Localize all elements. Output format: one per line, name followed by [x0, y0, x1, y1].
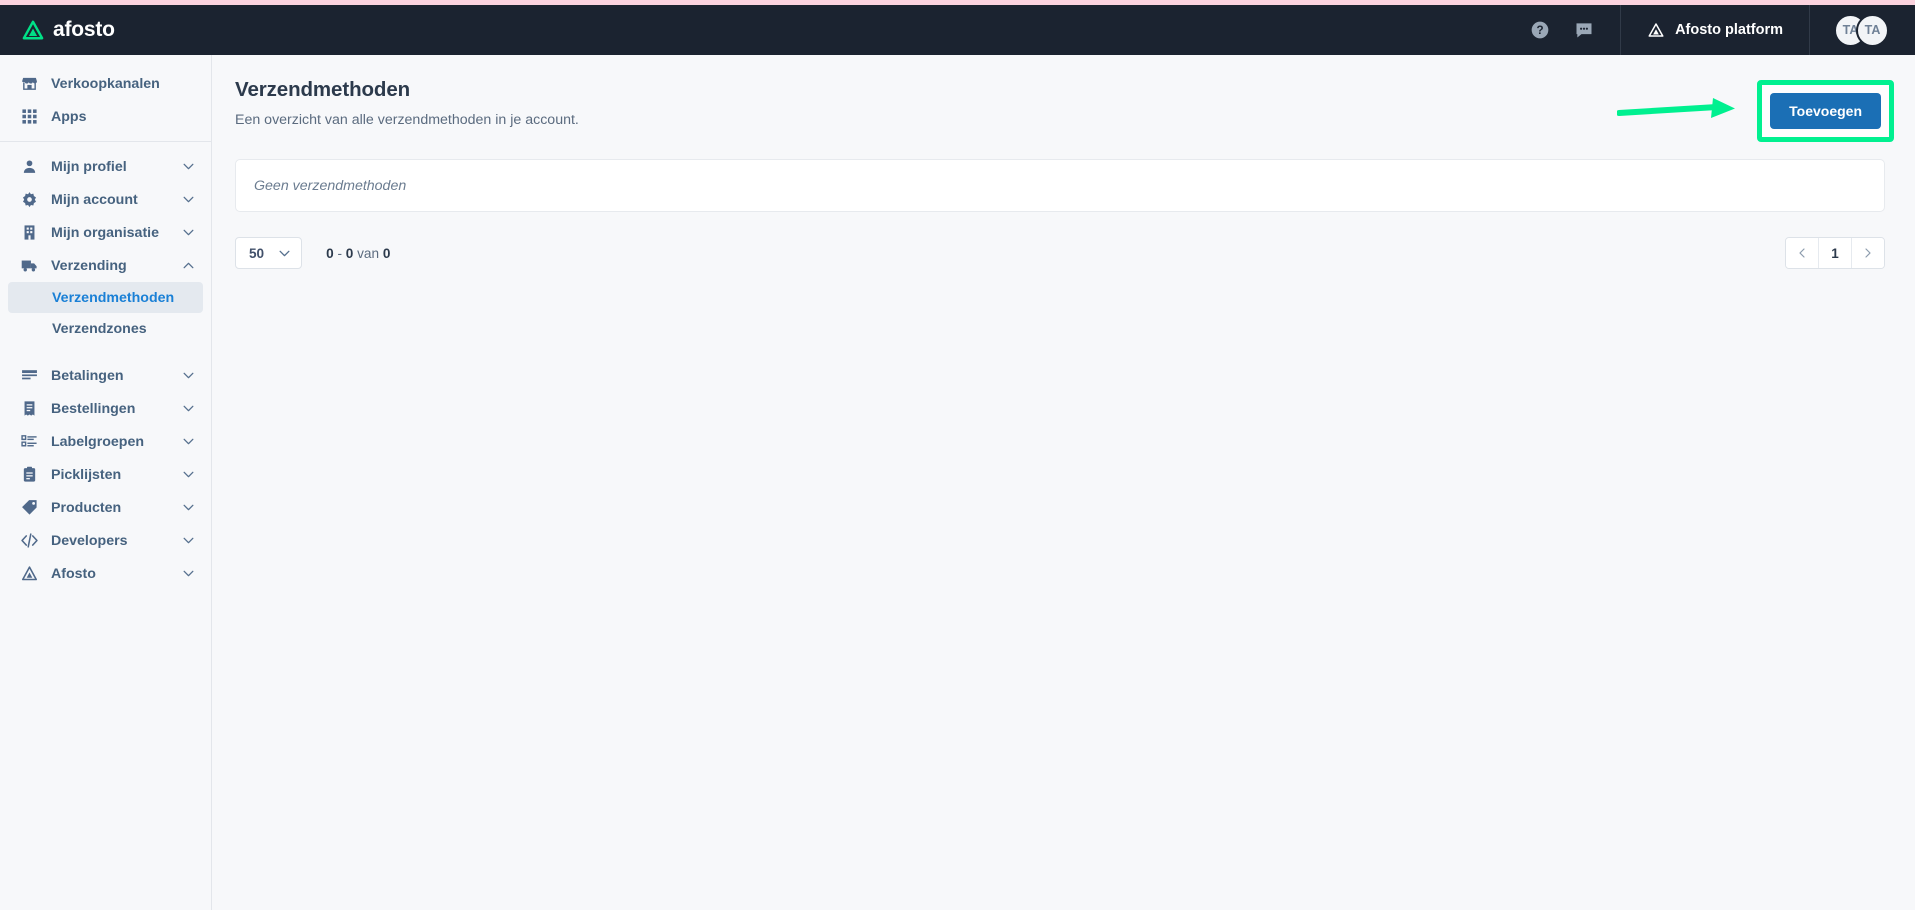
sidebar-item-label: Betalingen: [51, 367, 124, 384]
sidebar-item-label: Labelgroepen: [51, 433, 145, 450]
prev-page-button[interactable]: [1786, 238, 1818, 268]
chevron-down-icon[interactable]: [182, 567, 195, 580]
empty-state-text: Geen verzendmethoden: [254, 177, 407, 194]
sidebar-item-picklijsten[interactable]: Picklijsten: [8, 458, 203, 491]
chevron-down-icon[interactable]: [182, 402, 195, 415]
top-bar: afosto ? Afosto platform TA TA: [0, 5, 1915, 55]
sidebar-item-label: Picklijsten: [51, 466, 122, 483]
next-page-button[interactable]: [1852, 238, 1884, 268]
building-icon: [24, 225, 35, 240]
avatar[interactable]: TA: [1856, 13, 1889, 47]
chevron-down-icon[interactable]: [182, 501, 195, 514]
chevron-down-icon: [279, 250, 290, 256]
sidebar-item-verzending[interactable]: Verzending: [8, 249, 203, 282]
page-header-text: Verzendmethoden Een overzicht van alle v…: [235, 78, 579, 128]
chevron-down-icon[interactable]: [182, 534, 195, 547]
chevron-down-icon[interactable]: [182, 160, 195, 173]
chevron-down-icon[interactable]: [182, 193, 195, 206]
pagination-controls: 1: [1785, 237, 1885, 269]
sidebar-item-verzendzones[interactable]: Verzendzones: [8, 313, 203, 344]
page-size-value: 50: [249, 245, 265, 261]
afosto-triangle-icon: [21, 566, 38, 581]
chevron-up-icon[interactable]: [182, 259, 195, 272]
annotation-arrow-icon: [1617, 98, 1735, 118]
label-list-icon: [21, 435, 37, 447]
annotation-highlight-box: Toevoegen: [1757, 80, 1894, 142]
user-icon: [23, 160, 36, 173]
sidebar-subitem-label: Verzendzones: [52, 320, 147, 337]
sidebar-item-label: Verkoopkanalen: [51, 75, 160, 92]
svg-text:?: ?: [1537, 24, 1544, 37]
sidebar-item-mijn-account[interactable]: Mijn account: [8, 183, 203, 216]
sidebar-item-label: Producten: [51, 499, 122, 516]
afosto-triangle-icon: [1648, 23, 1664, 37]
main-content: Verzendmethoden Een overzicht van alle v…: [213, 55, 1915, 910]
platform-label: Afosto platform: [1675, 22, 1783, 38]
chat-bubble-icon[interactable]: [1574, 20, 1594, 40]
pagination-left: 50 0 - 0 van 0: [235, 237, 390, 269]
sidebar-divider: [0, 141, 211, 142]
sidebar-subitem-label: Verzendmethoden: [52, 289, 175, 306]
range-start: 0: [326, 245, 334, 261]
grid-apps-icon: [22, 109, 37, 124]
credit-card-icon: [22, 370, 37, 380]
sidebar-item-afosto[interactable]: Afosto: [8, 557, 203, 590]
chevron-down-icon[interactable]: [182, 369, 195, 382]
chevron-right-icon: [1865, 248, 1871, 258]
sidebar-item-bestellingen[interactable]: Bestellingen: [8, 392, 203, 425]
code-icon: [21, 533, 38, 548]
truck-icon: [21, 260, 37, 272]
range-dash: -: [337, 245, 342, 261]
shipping-methods-card: Geen verzendmethoden: [235, 159, 1885, 212]
sidebar-item-developers[interactable]: Developers: [8, 524, 203, 557]
add-button[interactable]: Toevoegen: [1770, 93, 1881, 129]
sidebar: Verkoopkanalen Apps Mijn profiel Mijn ac…: [0, 55, 212, 910]
sidebar-item-label: Mijn organisatie: [51, 224, 159, 241]
sidebar-item-label: Verzending: [51, 257, 127, 274]
sidebar-item-labelgroepen[interactable]: Labelgroepen: [8, 425, 203, 458]
sidebar-item-label: Bestellingen: [51, 400, 136, 417]
sidebar-item-verzendmethoden[interactable]: Verzendmethoden: [8, 282, 203, 313]
chevron-down-icon[interactable]: [182, 435, 195, 448]
sidebar-item-verkoopkanalen[interactable]: Verkoopkanalen: [8, 67, 203, 100]
page-subtitle: Een overzicht van alle verzendmethoden i…: [235, 112, 579, 128]
tag-icon: [22, 500, 37, 515]
afosto-triangle-logo-icon: [22, 20, 44, 40]
pagination-bar: 50 0 - 0 van 0 1: [235, 237, 1885, 269]
sidebar-item-mijn-organisatie[interactable]: Mijn organisatie: [8, 216, 203, 249]
sidebar-item-label: Mijn account: [51, 191, 138, 208]
sidebar-item-label: Apps: [51, 108, 87, 125]
chevron-down-icon[interactable]: [182, 468, 195, 481]
topbar-icon-group: ?: [1504, 5, 1620, 55]
sidebar-item-label: Afosto: [51, 565, 96, 582]
sidebar-item-producten[interactable]: Producten: [8, 491, 203, 524]
gear-icon: [22, 192, 37, 208]
page-size-select[interactable]: 50: [235, 237, 303, 269]
range-of-word: van: [357, 245, 380, 261]
storefront-icon: [22, 77, 37, 90]
result-range-text: 0 - 0 van 0: [326, 246, 390, 261]
sidebar-item-label: Developers: [51, 532, 128, 549]
sidebar-item-apps[interactable]: Apps: [8, 100, 203, 133]
clipboard-icon: [23, 466, 36, 482]
receipt-icon: [24, 401, 35, 416]
brand-logo[interactable]: afosto: [0, 5, 212, 55]
sidebar-item-label: Mijn profiel: [51, 158, 127, 175]
avatar-group[interactable]: TA TA: [1810, 5, 1915, 55]
question-circle-icon[interactable]: ?: [1530, 20, 1550, 40]
chevron-left-icon: [1799, 248, 1805, 258]
page-number-1[interactable]: 1: [1818, 238, 1852, 268]
page-header: Verzendmethoden Een overzicht van alle v…: [235, 78, 1894, 142]
chevron-down-icon[interactable]: [182, 226, 195, 239]
sidebar-item-betalingen[interactable]: Betalingen: [8, 359, 203, 392]
range-total: 0: [382, 245, 391, 261]
sidebar-item-mijn-profiel[interactable]: Mijn profiel: [8, 150, 203, 183]
brand-name: afosto: [53, 18, 115, 41]
platform-switcher[interactable]: Afosto platform: [1621, 5, 1809, 55]
page-title: Verzendmethoden: [235, 78, 411, 101]
range-end: 0: [345, 245, 354, 261]
